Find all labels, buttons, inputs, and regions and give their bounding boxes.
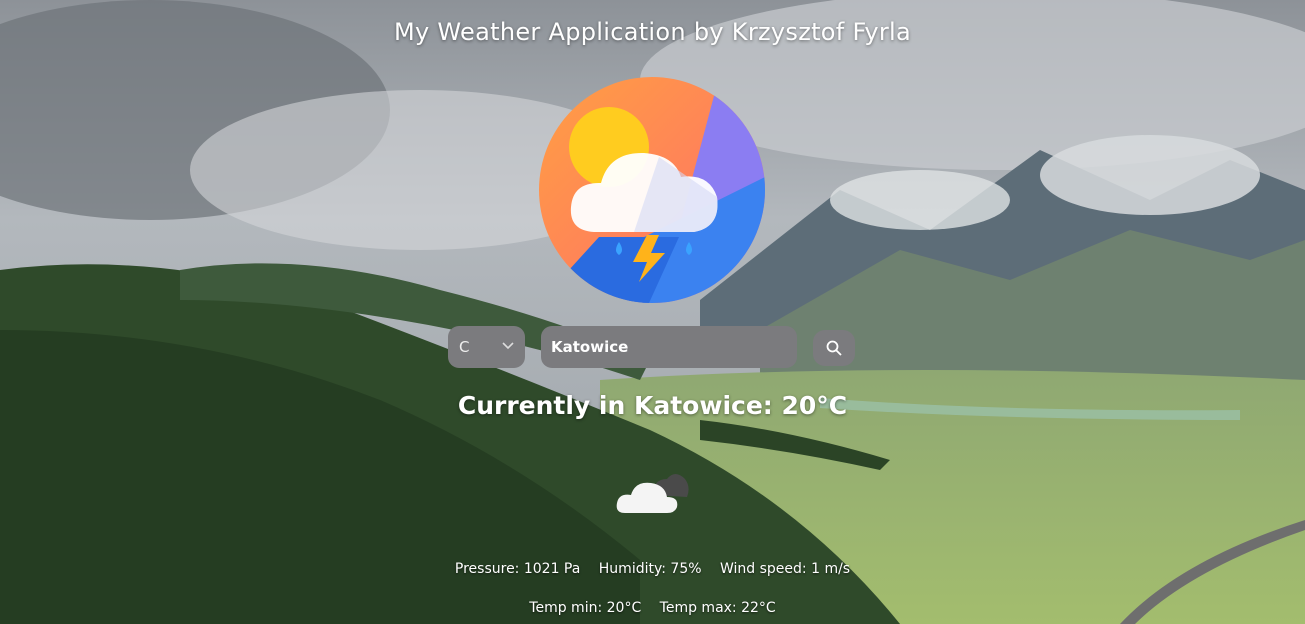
search-button[interactable] <box>813 330 855 366</box>
cloudy-icon <box>616 474 689 513</box>
temp-min-value: Temp min: 20°C <box>529 600 642 616</box>
temp-max-value: Temp max: 22°C <box>659 600 776 616</box>
current-weather-heading: Currently in Katowice: 20°C <box>457 391 848 420</box>
wind-speed-value: Wind speed: 1 m/s <box>719 561 851 577</box>
unit-select[interactable]: C <box>448 326 525 368</box>
unit-selected-value: C <box>459 338 470 356</box>
page-title: My Weather Application by Krzysztof Fyrl… <box>393 18 912 46</box>
weather-details-row-1: Pressure: 1021 Pa Humidity: 75% Wind spe… <box>0 561 1305 577</box>
weather-app-logo <box>539 77 765 303</box>
city-search-input[interactable]: Katowice <box>541 326 797 368</box>
city-input-value: Katowice <box>551 338 629 356</box>
search-icon <box>826 340 842 356</box>
pressure-value: Pressure: 1021 Pa <box>454 561 581 577</box>
weather-details-row-2: Temp min: 20°C Temp max: 22°C <box>0 600 1305 616</box>
chevron-down-icon <box>502 342 514 350</box>
humidity-value: Humidity: 75% <box>598 561 702 577</box>
